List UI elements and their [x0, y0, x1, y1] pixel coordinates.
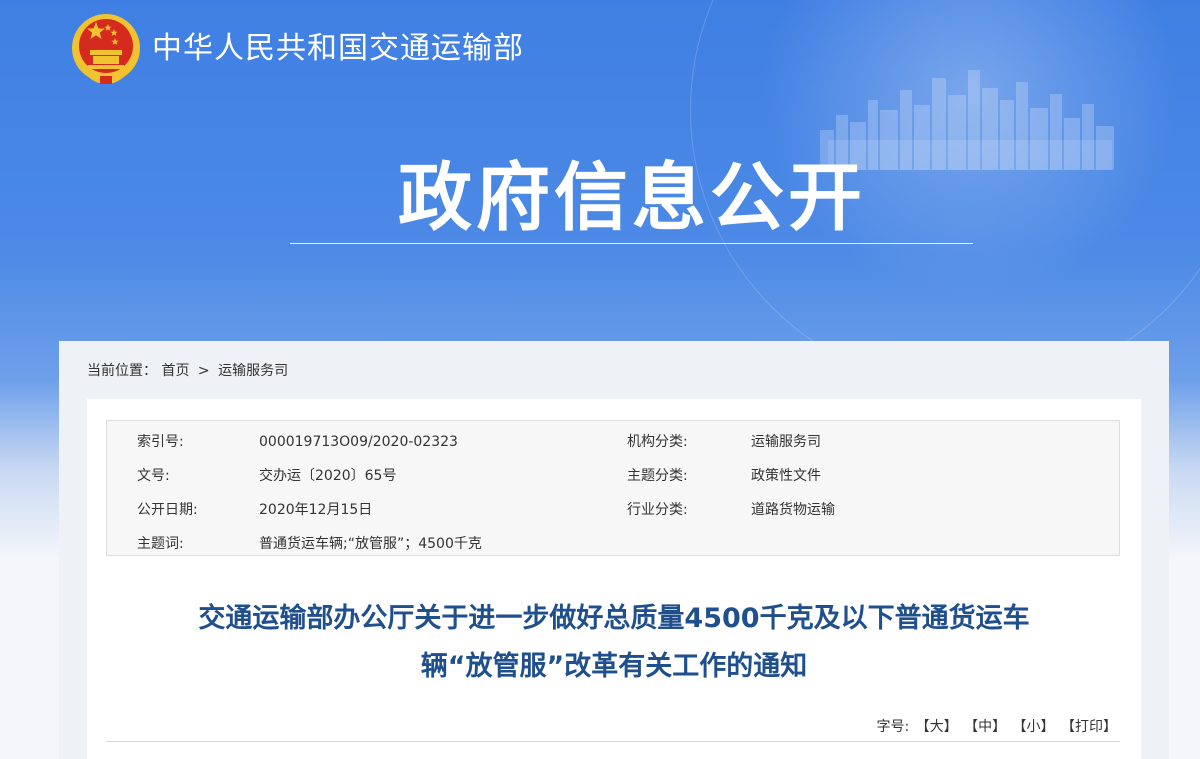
metadata-table: 索引号: 000019713O09/2020-02323 机构分类: 运输服务司…: [106, 420, 1120, 556]
metadata-value: 000019713O09/2020-02323: [259, 434, 458, 450]
metadata-value: 2020年12月15日: [259, 502, 373, 518]
font-size-large-button[interactable]: 【大】: [916, 719, 958, 735]
font-size-small-button[interactable]: 【小】: [1013, 719, 1055, 735]
content-panel: 当前位置： 首页 > 运输服务司 索引号: 000019713O09/2020-…: [59, 341, 1169, 759]
title-underline: [290, 243, 973, 244]
breadcrumb-separator: >: [197, 363, 210, 379]
metadata-value: 政策性文件: [751, 468, 821, 484]
section-title: 政府信息公开: [398, 155, 866, 241]
metadata-key: 索引号:: [137, 434, 184, 450]
metadata-key: 主题分类:: [627, 468, 688, 484]
metadata-key: 主题词:: [137, 536, 184, 552]
metadata-value: 交办运〔2020〕65号: [259, 468, 397, 484]
metadata-row: 文号: 交办运〔2020〕65号 主题分类: 政策性文件: [107, 459, 1121, 493]
national-emblem-icon: [72, 14, 140, 85]
metadata-key: 文号:: [137, 468, 170, 484]
breadcrumb-label: 当前位置：: [87, 363, 157, 379]
font-size-label: 字号:: [876, 719, 910, 735]
breadcrumb-current-link[interactable]: 运输服务司: [218, 363, 288, 379]
metadata-value: 运输服务司: [751, 434, 821, 450]
print-button[interactable]: 【打印】: [1061, 719, 1117, 735]
font-size-medium-button[interactable]: 【中】: [964, 719, 1006, 735]
ministry-name[interactable]: 中华人民共和国交通运输部: [152, 26, 524, 72]
metadata-value: 道路货物运输: [751, 502, 835, 518]
font-size-controls: 字号: 【大】 【中】 【小】 【打印】: [876, 717, 1117, 737]
breadcrumb: 当前位置： 首页 > 运输服务司: [87, 361, 288, 381]
metadata-row: 主题词: 普通货运车辆;“放管服”；4500千克: [107, 527, 1121, 561]
metadata-key: 行业分类:: [627, 502, 688, 518]
metadata-key: 机构分类:: [627, 434, 688, 450]
article-card: 索引号: 000019713O09/2020-02323 机构分类: 运输服务司…: [87, 399, 1141, 759]
metadata-key: 公开日期:: [137, 502, 198, 518]
metadata-row: 索引号: 000019713O09/2020-02323 机构分类: 运输服务司: [107, 425, 1121, 459]
breadcrumb-home-link[interactable]: 首页: [161, 363, 189, 379]
content-divider: [106, 741, 1120, 742]
metadata-value: 普通货运车辆;“放管服”；4500千克: [259, 536, 482, 552]
metadata-row: 公开日期: 2020年12月15日 行业分类: 道路货物运输: [107, 493, 1121, 527]
document-title-line: 交通运输部办公厅关于进一步做好总质量4500千克及以下普通货运车: [198, 603, 1030, 634]
document-title-line: 辆“放管服”改革有关工作的通知: [420, 651, 808, 682]
document-title: 交通运输部办公厅关于进一步做好总质量4500千克及以下普通货运车 辆“放管服”改…: [87, 595, 1141, 691]
